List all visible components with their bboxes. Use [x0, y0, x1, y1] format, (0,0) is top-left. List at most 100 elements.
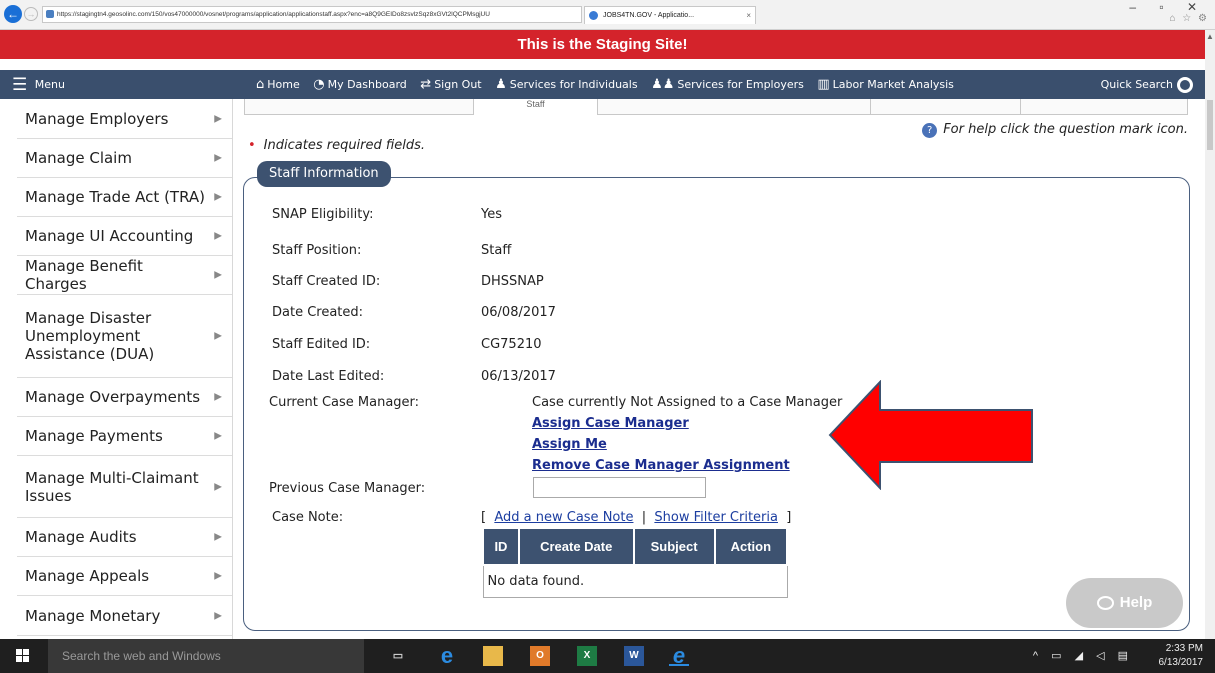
person-icon: ♟	[495, 77, 507, 92]
sidebar-item-label: Manage Appeals	[25, 567, 150, 585]
forward-button-icon[interactable]: →	[24, 7, 38, 21]
back-button-icon[interactable]: ←	[4, 5, 22, 23]
case-note-label: Case Note:	[272, 510, 344, 525]
required-fields-text: Indicates required fields.	[263, 138, 426, 153]
windows-start-icon[interactable]	[16, 649, 30, 663]
required-fields-note: • Indicates required fields.	[248, 138, 425, 153]
nav-employers[interactable]: ♟♟ Services for Employers	[651, 77, 804, 92]
sidebar-item-overpayments[interactable]: Manage Overpayments ▶	[17, 378, 232, 417]
staff-position-label: Staff Position:	[272, 243, 362, 258]
required-marker: •	[248, 138, 256, 153]
sidebar-item-claim[interactable]: Manage Claim ▶	[17, 139, 232, 178]
add-case-note-link[interactable]: Add a new Case Note	[494, 510, 633, 525]
tab-divider	[1020, 99, 1021, 115]
chevron-right-icon: ▶	[214, 330, 222, 342]
chevron-right-icon: ▶	[214, 531, 222, 543]
chevron-right-icon: ▶	[214, 481, 222, 492]
assign-case-manager-link[interactable]: Assign Case Manager	[532, 416, 689, 431]
windows-taskbar: Search the web and Windows ▭ e O X W e ^…	[0, 639, 1215, 673]
outlook-icon[interactable]: O	[530, 646, 550, 666]
system-tray-icons[interactable]: ^ ▭ ◢ ◁ ▤	[1033, 649, 1133, 662]
sidebar-item-label: Manage Audits	[25, 528, 137, 546]
scroll-up-icon[interactable]: ▲	[1206, 32, 1214, 41]
previous-case-manager-field[interactable]	[533, 477, 706, 498]
page-tab-strip: Staff	[244, 99, 1188, 115]
sidebar-item-payments[interactable]: Manage Payments ▶	[17, 417, 232, 456]
sidebar-item-label: Manage Benefit Charges	[25, 257, 143, 293]
help-note: ? For help click the question mark icon.	[922, 122, 1188, 138]
help-button[interactable]: Help	[1066, 578, 1183, 628]
sidebar-item-label: Manage Employers	[25, 109, 169, 128]
nav-labor-market[interactable]: ▥ Labor Market Analysis	[817, 77, 954, 92]
column-action[interactable]: Action	[713, 527, 789, 566]
sidebar-item-multi-claimant[interactable]: Manage Multi-Claimant Issues ▶	[17, 456, 232, 518]
internet-explorer-icon[interactable]: e	[669, 645, 689, 667]
remove-case-manager-link[interactable]: Remove Case Manager Assignment	[532, 458, 790, 473]
nav-dashboard[interactable]: ◔ My Dashboard	[313, 77, 407, 92]
sidebar-item-label: Manage Multi-Claimant Issues	[25, 468, 199, 505]
tab-divider	[870, 99, 871, 115]
table-header-row: ID Create Date Subject Action	[482, 527, 789, 566]
scrollbar-thumb[interactable]	[1207, 100, 1213, 150]
nav-sign-out[interactable]: ⇄ Sign Out	[420, 77, 481, 92]
taskbar-search-input[interactable]: Search the web and Windows	[48, 639, 364, 673]
nav-home[interactable]: ⌂ Home	[256, 77, 300, 92]
chevron-right-icon: ▶	[214, 230, 222, 242]
tab-staff[interactable]: Staff	[473, 99, 598, 115]
dashboard-icon: ◔	[313, 77, 325, 92]
people-icon: ♟♟	[651, 77, 675, 92]
assign-me-link[interactable]: Assign Me	[532, 437, 607, 452]
home-icon: ⌂	[256, 77, 265, 92]
staff-edited-id-value: CG75210	[481, 337, 542, 352]
edge-icon[interactable]: e	[437, 645, 457, 667]
question-mark-icon[interactable]: ?	[922, 123, 938, 138]
sidebar-item-benefit-charges[interactable]: Manage Benefit Charges ▶	[17, 256, 232, 295]
tab-close-icon[interactable]: ×	[746, 7, 751, 24]
previous-case-manager-label: Previous Case Manager:	[269, 481, 426, 496]
table-row: No data found.	[482, 564, 788, 598]
chevron-right-icon: ▶	[214, 570, 222, 582]
address-bar[interactable]: https://stagingtn4.geosolinc.com/150/vos…	[42, 6, 582, 23]
excel-icon[interactable]: X	[577, 646, 597, 666]
menu-toggle[interactable]: ☰ Menu	[12, 70, 65, 100]
sidebar-item-ui-accounting[interactable]: Manage UI Accounting ▶	[17, 217, 232, 256]
taskbar-clock[interactable]: 2:33 PM 6/13/2017	[1159, 642, 1204, 670]
date-last-edited-label: Date Last Edited:	[272, 369, 385, 384]
sidebar-item-dua[interactable]: Manage Disaster Unemployment Assistance …	[17, 295, 232, 378]
sidebar-item-label: Manage Monetary	[25, 606, 161, 625]
chevron-right-icon: ▶	[214, 610, 222, 621]
sidebar-item-audits[interactable]: Manage Audits ▶	[17, 518, 232, 557]
help-note-text: For help click the question mark icon.	[943, 122, 1188, 137]
word-icon[interactable]: W	[624, 646, 644, 666]
hamburger-icon: ☰	[12, 74, 28, 95]
window-controls[interactable]: – ▫ ✕	[1129, 0, 1207, 14]
quick-search[interactable]: Quick Search	[1101, 70, 1193, 99]
staff-edited-id-label: Staff Edited ID:	[272, 337, 371, 352]
show-filter-criteria-link[interactable]: Show Filter Criteria	[654, 510, 778, 525]
column-subject[interactable]: Subject	[632, 527, 716, 566]
case-manager-status: Case currently Not Assigned to a Case Ma…	[532, 395, 843, 410]
browser-toolbar-icons[interactable]: ⌂ ☆ ⚙	[1169, 13, 1209, 24]
browser-tab[interactable]: JOBS4TN.GOV - Applicatio... ×	[584, 6, 756, 24]
file-explorer-icon[interactable]	[483, 646, 503, 666]
sidebar-item-trade-act[interactable]: Manage Trade Act (TRA) ▶	[17, 178, 232, 217]
sidebar-item-label: Manage Overpayments	[25, 388, 201, 406]
nav-home-label: Home	[267, 78, 300, 91]
nav-links: ⌂ Home ◔ My Dashboard ⇄ Sign Out ♟ Services …	[256, 70, 964, 99]
nav-individuals[interactable]: ♟ Services for Individuals	[495, 77, 638, 92]
column-id[interactable]: ID	[482, 527, 520, 566]
task-view-icon[interactable]: ▭	[388, 646, 408, 666]
sidebar-item-monetary[interactable]: Manage Monetary ▶	[17, 596, 232, 636]
open-bracket: [	[481, 510, 487, 525]
sidebar-item-employers[interactable]: Manage Employers ▶	[17, 99, 232, 139]
nav-individuals-label: Services for Individuals	[509, 78, 638, 91]
staff-created-id-label: Staff Created ID:	[272, 274, 381, 289]
arrow-shape	[828, 380, 1033, 490]
sidebar-item-appeals[interactable]: Manage Appeals ▶	[17, 557, 232, 596]
sidebar-item-label: Manage Disaster Unemployment Assistance …	[25, 309, 155, 363]
nav-dashboard-label: My Dashboard	[327, 78, 407, 91]
top-nav: ☰ Menu ⌂ Home ◔ My Dashboard ⇄ Sign Out ♟ Se…	[0, 70, 1205, 99]
column-create-date[interactable]: Create Date	[517, 527, 635, 566]
tab-title: JOBS4TN.GOV - Applicatio...	[603, 12, 695, 19]
chart-icon: ▥	[817, 77, 830, 92]
